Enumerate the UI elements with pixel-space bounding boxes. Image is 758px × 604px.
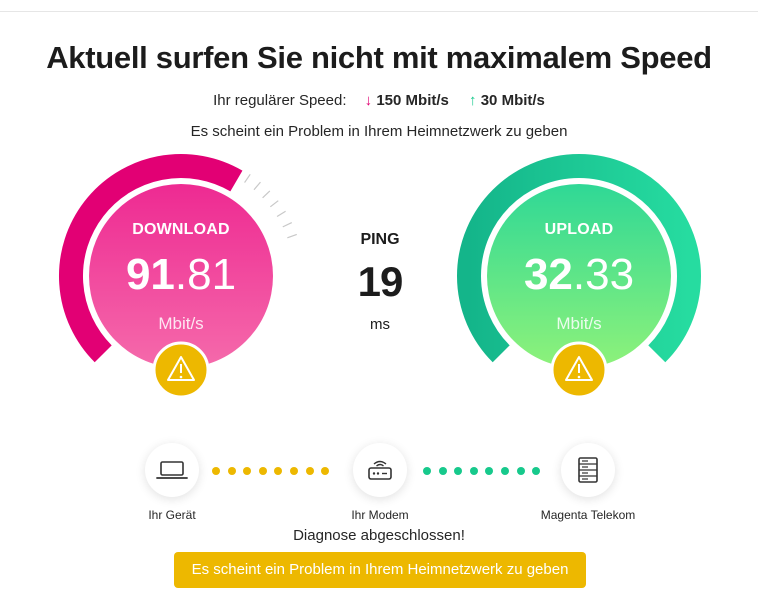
modem-node bbox=[353, 443, 407, 497]
upload-value-int: 32 bbox=[523, 250, 573, 299]
upload-gauge-label: UPLOAD 32.33 Mbit/s bbox=[484, 221, 674, 334]
download-unit: Mbit/s bbox=[158, 314, 204, 333]
download-value-dec: .81 bbox=[174, 250, 237, 299]
download-value: 91.81 bbox=[86, 253, 276, 297]
download-value-int: 91 bbox=[125, 250, 175, 299]
device-node-label: Ihr Gerät bbox=[148, 508, 196, 522]
upload-value-dec: .33 bbox=[572, 250, 635, 299]
connection-dot bbox=[305, 467, 314, 475]
gauge-tick bbox=[282, 222, 293, 228]
download-title: DOWNLOAD bbox=[132, 221, 230, 238]
upload-title: UPLOAD bbox=[544, 221, 614, 238]
server-icon bbox=[578, 457, 598, 483]
connection-dot bbox=[438, 467, 447, 475]
connection-dot bbox=[501, 467, 509, 475]
connection-dot bbox=[469, 467, 478, 475]
upload-value: 32.33 bbox=[484, 253, 674, 297]
download-warning-icon bbox=[152, 341, 210, 399]
gauge-tick bbox=[253, 181, 261, 191]
gauge-tick bbox=[276, 210, 286, 218]
router-icon bbox=[368, 460, 392, 480]
gauge-tick bbox=[244, 173, 251, 183]
connection-dot bbox=[258, 467, 267, 475]
diagnosis-status: Diagnose abgeschlossen! bbox=[293, 527, 465, 544]
gauge-tick bbox=[269, 200, 279, 208]
gauge-tick bbox=[287, 233, 297, 239]
laptop-icon bbox=[156, 461, 188, 479]
telekom-node bbox=[561, 443, 615, 497]
ping-label: PING bbox=[360, 231, 400, 248]
connection-dot bbox=[227, 467, 236, 475]
connection-dot bbox=[516, 467, 525, 475]
connection-dot bbox=[290, 467, 298, 475]
ping-unit: ms bbox=[370, 316, 390, 333]
connection-dot bbox=[423, 467, 431, 475]
upload-warning-icon bbox=[550, 341, 608, 399]
telekom-node-label: Magenta Telekom bbox=[540, 508, 636, 522]
connection-dot bbox=[212, 467, 220, 475]
problem-banner[interactable]: Es scheint ein Problem in Ihrem Heimnetz… bbox=[174, 552, 586, 588]
upload-unit: Mbit/s bbox=[556, 314, 602, 333]
download-gauge-label: DOWNLOAD 91.81 Mbit/s bbox=[86, 221, 276, 334]
ping-value: 19 bbox=[357, 258, 404, 305]
gauge-tick bbox=[262, 190, 271, 199]
modem-node-label: Ihr Modem bbox=[351, 508, 409, 522]
device-node bbox=[145, 443, 199, 497]
